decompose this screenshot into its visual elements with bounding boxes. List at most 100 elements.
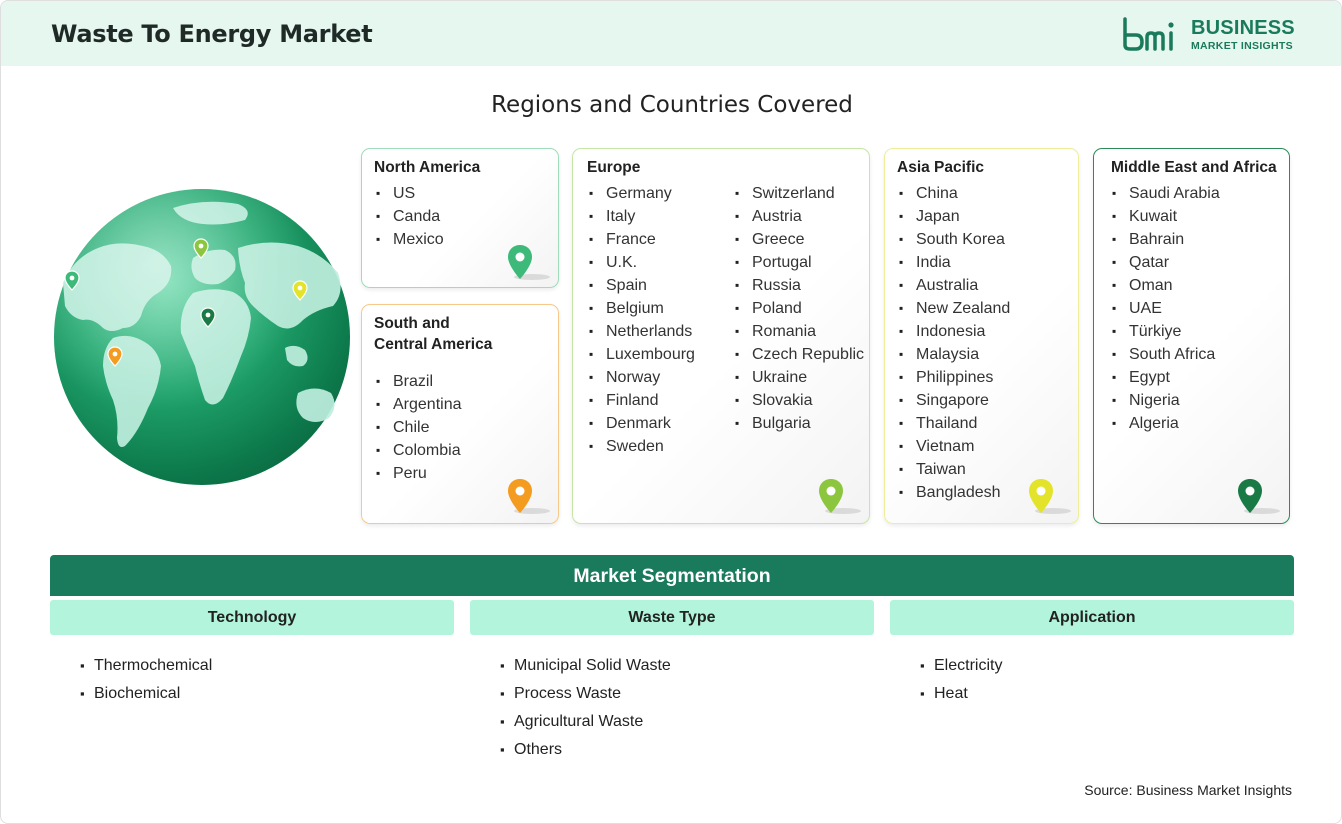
country-list-col1: Germany Italy France U.K. Spain Belgium … [589,182,695,458]
list-item: Czech Republic [735,343,864,366]
location-pin-icon [819,479,861,514]
logo-text-business: BUSINESS [1191,17,1295,39]
list-item: Saudi Arabia [1112,182,1220,205]
list-item: Italy [589,205,695,228]
list-item: Argentina [376,393,462,416]
list-item: China [899,182,1010,205]
region-title-line1: South and [374,315,450,332]
list-item: UAE [1112,297,1220,320]
list-item: Kuwait [1112,205,1220,228]
region-title: North America [374,159,481,176]
list-item: Poland [735,297,864,320]
region-card-europe: Europe Germany Italy France U.K. Spain B… [572,148,870,524]
list-item: Bahrain [1112,228,1220,251]
list-item: South Africa [1112,343,1220,366]
region-card-middle-east-africa: Middle East and Africa Saudi Arabia Kuwa… [1093,148,1290,524]
infographic-frame: Waste To Energy Market BUSINESS MARKET I… [0,0,1342,824]
segment-header-waste-type: Waste Type [470,600,874,635]
list-item: Nigeria [1112,389,1220,412]
list-item: Netherlands [589,320,695,343]
segmentation-title: Market Segmentation [573,565,771,587]
list-item: France [589,228,695,251]
list-item: India [899,251,1010,274]
list-item: Thermochemical [80,652,212,680]
region-title: Europe [587,159,641,176]
location-pin-icon [508,245,550,280]
region-card-asia-pacific: Asia Pacific China Japan South Korea Ind… [884,148,1079,524]
list-item: Egypt [1112,366,1220,389]
list-item: Malaysia [899,343,1010,366]
segment-list-waste-type: Municipal Solid Waste Process Waste Agri… [500,652,671,764]
bmi-logo-icon [1123,17,1174,51]
list-item: Others [500,736,671,764]
source-note: Source: Business Market Insights [1084,782,1292,798]
region-title-line2: Central America [374,336,493,353]
list-item: Municipal Solid Waste [500,652,671,680]
list-item: Mexico [376,228,444,251]
list-item: Thailand [899,412,1010,435]
country-list-col2: Switzerland Austria Greece Portugal Russ… [735,182,864,435]
list-item: Algeria [1112,412,1220,435]
list-item: Chile [376,416,462,439]
country-list: China Japan South Korea India Australia … [899,182,1010,504]
list-item: Bulgaria [735,412,864,435]
segment-header-technology: Technology [50,600,454,635]
list-item: Portugal [735,251,864,274]
list-item: Austria [735,205,864,228]
list-item: Philippines [899,366,1010,389]
list-item: Qatar [1112,251,1220,274]
list-item: Colombia [376,439,462,462]
location-pin-icon [1029,479,1071,514]
list-item: Sweden [589,435,695,458]
country-list: US Canda Mexico [376,182,444,251]
list-item: Switzerland [735,182,864,205]
list-item: Greece [735,228,864,251]
list-item: Türkiye [1112,320,1220,343]
region-title: Asia Pacific [897,159,985,176]
list-item: Norway [589,366,695,389]
list-item: Singapore [899,389,1010,412]
list-item: Peru [376,462,462,485]
list-item: Biochemical [80,680,212,708]
list-item: Russia [735,274,864,297]
list-item: U.K. [589,251,695,274]
list-item: Spain [589,274,695,297]
list-item: Heat [920,680,1002,708]
list-item: Vietnam [899,435,1010,458]
country-list: Brazil Argentina Chile Colombia Peru [376,370,462,485]
list-item: Luxembourg [589,343,695,366]
list-item: Slovakia [735,389,864,412]
segment-list-application: Electricity Heat [920,652,1002,708]
list-item: US [376,182,444,205]
list-item: Bangladesh [899,481,1010,504]
list-item: New Zealand [899,297,1010,320]
list-item: Process Waste [500,680,671,708]
list-item: Germany [589,182,695,205]
list-item: Denmark [589,412,695,435]
country-list: Saudi Arabia Kuwait Bahrain Qatar Oman U… [1112,182,1220,435]
segmentation-header: Market Segmentation [50,555,1294,596]
list-item: Taiwan [899,458,1010,481]
location-pin-icon [1238,479,1280,514]
region-title: Middle East and Africa [1111,159,1277,176]
list-item: Romania [735,320,864,343]
region-title: South and Central America [374,313,492,355]
list-item: Belgium [589,297,695,320]
segment-header-application: Application [890,600,1294,635]
globe-illustration [54,189,350,485]
region-card-south-central-america: South and Central America Brazil Argenti… [361,304,559,524]
list-item: Finland [589,389,695,412]
regions-title: Regions and Countries Covered [491,92,853,118]
region-card-north-america: North America US Canda Mexico [361,148,559,288]
page-title: Waste To Energy Market [51,20,373,48]
list-item: Indonesia [899,320,1010,343]
list-item: Ukraine [735,366,864,389]
location-pin-icon [508,479,550,514]
list-item: Canda [376,205,444,228]
brand-logo: BUSINESS MARKET INSIGHTS [1121,15,1296,55]
list-item: Agricultural Waste [500,708,671,736]
list-item: Japan [899,205,1010,228]
header-bar: Waste To Energy Market BUSINESS MARKET I… [1,1,1341,66]
list-item: Electricity [920,652,1002,680]
list-item: Australia [899,274,1010,297]
